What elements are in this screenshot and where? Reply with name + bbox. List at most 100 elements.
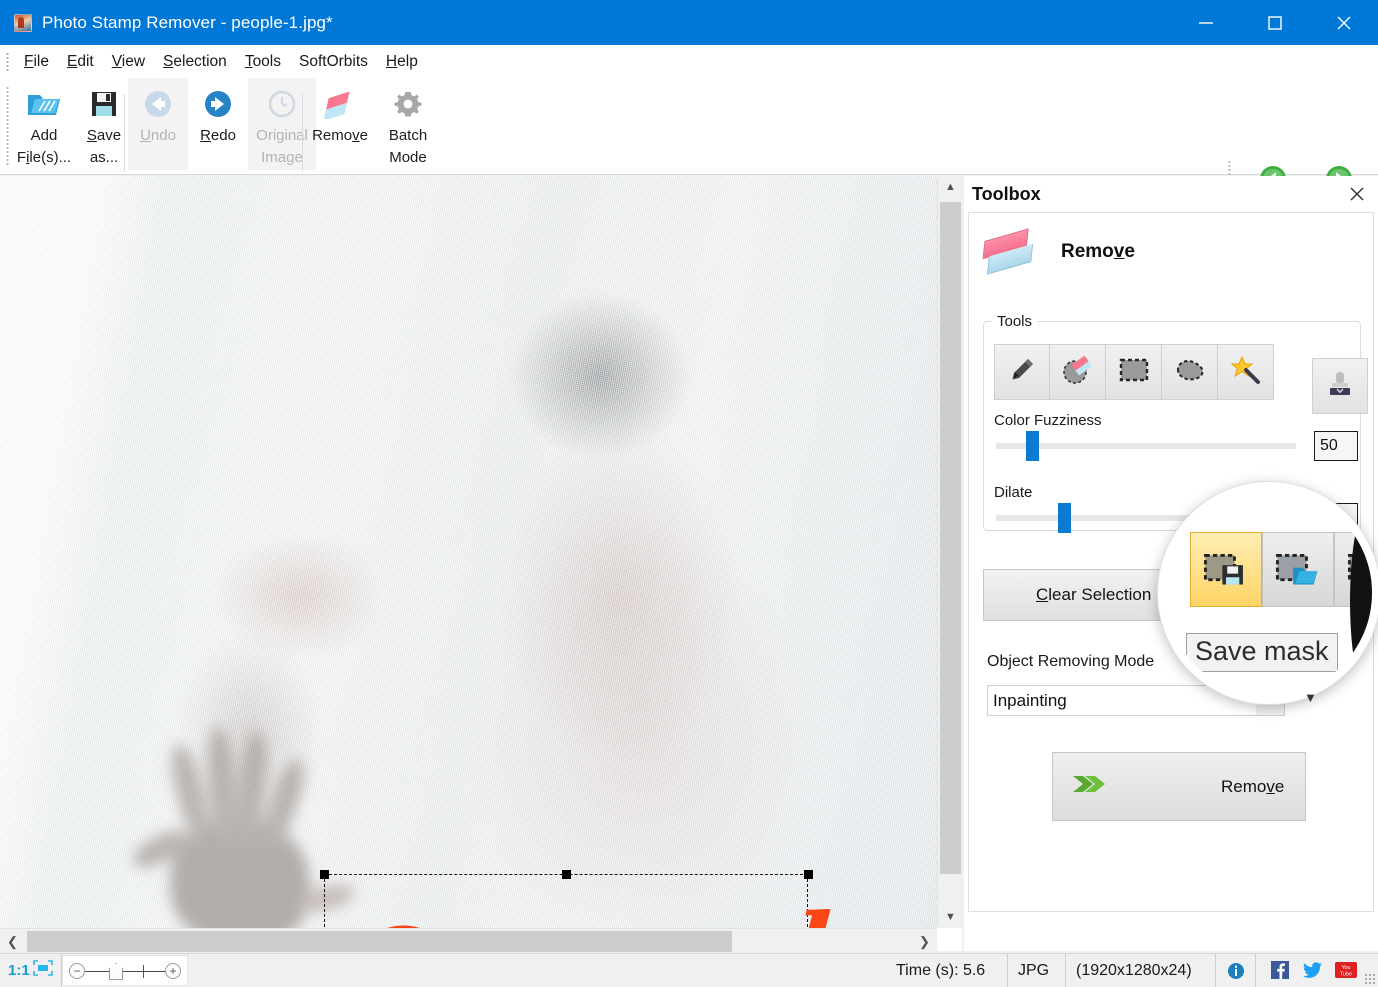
- photo-image: [0, 176, 937, 946]
- eraser-icon: [323, 84, 357, 124]
- zoom-slider-thumb[interactable]: [109, 963, 123, 980]
- menu-item-selection[interactable]: Selection: [154, 51, 236, 73]
- info-button[interactable]: [1216, 953, 1256, 987]
- minimize-button[interactable]: [1171, 0, 1240, 45]
- toolbox-header: Toolbox: [964, 176, 1378, 212]
- tools-group-label: Tools: [997, 313, 1033, 330]
- remove-ribbon-label: Remove: [312, 127, 368, 144]
- menu-item-file[interactable]: File: [15, 51, 58, 73]
- zoom-slider-track: [83, 971, 171, 972]
- batch-mode-label: Batch Mode: [388, 127, 428, 167]
- time-status: Time (s): 5.6: [886, 953, 1008, 987]
- social-links: You Tube: [1256, 954, 1378, 987]
- vertical-scroll-thumb[interactable]: [940, 202, 961, 874]
- svg-text:You: You: [1341, 965, 1350, 971]
- zoom-slider[interactable]: − +: [62, 955, 188, 986]
- rectangle-marquee-icon: [1118, 357, 1150, 388]
- status-bar: 1:1 Time (s): 5.6 JPG (1920x1280x24) You…: [0, 953, 1378, 987]
- stamp-icon: [1325, 369, 1355, 404]
- zoom-ratio-label[interactable]: 1:1: [8, 962, 30, 979]
- menu-item-tools[interactable]: Tools: [236, 51, 290, 73]
- save-as-label: Save as...: [86, 127, 122, 167]
- color-fuzziness-knob[interactable]: [1026, 431, 1039, 461]
- scroll-left-icon[interactable]: ❮: [0, 929, 25, 954]
- vertical-scrollbar[interactable]: ▲ ▼: [937, 176, 962, 928]
- menu-item-softorbits[interactable]: SoftOrbits: [290, 51, 377, 73]
- plus-icon[interactable]: +: [165, 963, 181, 979]
- scroll-right-icon[interactable]: ❯: [912, 929, 937, 954]
- add-files-button[interactable]: Add File(s)...: [14, 78, 74, 170]
- silhouette-hand: [125, 721, 358, 951]
- clock-history-icon: [266, 84, 298, 124]
- app-photo-icon: [14, 13, 32, 32]
- menu-item-help[interactable]: Help: [377, 51, 427, 73]
- pencil-icon: [1007, 355, 1037, 390]
- eraser-icon: [981, 228, 1035, 275]
- clear-selection-label: Clear Selection: [1036, 585, 1152, 604]
- selection-handle-n[interactable]: [562, 870, 571, 879]
- ribbon-divider-1: [124, 94, 125, 172]
- ribbon-group-file: Add File(s)... Save as...: [14, 78, 134, 175]
- clone-stamp-tool-button[interactable]: [1312, 358, 1368, 414]
- horizontal-scrollbar[interactable]: ❮ ❯: [0, 928, 937, 953]
- scroll-up-icon[interactable]: ▲: [938, 176, 963, 198]
- selection-handle-ne[interactable]: [804, 870, 813, 879]
- scroll-down-icon[interactable]: ▼: [938, 906, 963, 928]
- redo-button[interactable]: Redo: [188, 78, 248, 170]
- toolbar-ribbon: Add File(s)... Save as... Undo Redo Orig…: [0, 78, 1378, 251]
- selection-handle-nw[interactable]: [320, 870, 329, 879]
- green-double-arrow-icon: [1071, 770, 1113, 803]
- open-folder-icon: [26, 84, 62, 124]
- youtube-icon[interactable]: You Tube: [1335, 961, 1357, 981]
- dimensions-status: (1920x1280x24): [1066, 953, 1216, 987]
- format-status: JPG: [1008, 953, 1066, 987]
- lasso-icon: [1174, 357, 1206, 388]
- facebook-icon[interactable]: [1271, 960, 1293, 981]
- fit-to-screen-icon[interactable]: [33, 960, 53, 981]
- menu-drag-grip[interactable]: [6, 51, 9, 72]
- window-title: Photo Stamp Remover - people-1.jpg*: [42, 12, 333, 32]
- dilate-knob[interactable]: [1058, 503, 1071, 533]
- twitter-icon[interactable]: [1303, 961, 1325, 981]
- lens-content: Save mask: [1166, 490, 1372, 696]
- window-controls: [1171, 0, 1378, 45]
- magnifier-lens: Save mask: [1158, 482, 1378, 704]
- magic-wand-tool-button[interactable]: [1218, 344, 1274, 400]
- pencil-tool-button[interactable]: [994, 344, 1050, 400]
- maximize-button[interactable]: [1240, 0, 1309, 45]
- lasso-select-tool-button[interactable]: [1162, 344, 1218, 400]
- minus-icon[interactable]: −: [69, 963, 85, 979]
- color-fuzziness-track[interactable]: [996, 443, 1296, 449]
- toolbox-close-icon[interactable]: [1346, 183, 1368, 205]
- eraser-tool-button[interactable]: [1050, 344, 1106, 400]
- color-fuzziness-label: Color Fuzziness: [994, 412, 1102, 429]
- lens-load-mask-button: [1262, 532, 1334, 607]
- menu-item-edit[interactable]: Edit: [58, 51, 103, 73]
- remove-apply-label: Remove: [1221, 776, 1285, 796]
- gear-icon: [393, 84, 423, 124]
- image-canvas[interactable]: Censored: [0, 176, 962, 951]
- undo-arrow-icon: [142, 84, 174, 124]
- redo-arrow-icon: [202, 84, 234, 124]
- toolbox-mode-title: Remove: [1061, 241, 1135, 262]
- save-as-button[interactable]: Save as...: [74, 78, 134, 170]
- rectangle-select-tool-button[interactable]: [1106, 344, 1162, 400]
- ribbon-drag-grip[interactable]: [6, 86, 9, 166]
- undo-button[interactable]: Undo: [128, 78, 188, 170]
- lens-save-mask-button: [1190, 532, 1262, 607]
- menu-item-view[interactable]: View: [103, 51, 154, 73]
- toolbox-title: Toolbox: [972, 183, 1041, 204]
- eraser-circle-icon: [1062, 355, 1094, 390]
- remove-ribbon-button[interactable]: Remove: [306, 78, 374, 170]
- add-files-label: Add File(s)...: [16, 127, 72, 167]
- svg-text:Tube: Tube: [1340, 971, 1352, 977]
- ribbon-divider-2: [302, 94, 303, 172]
- close-button[interactable]: [1309, 0, 1378, 45]
- color-fuzziness-value[interactable]: 50: [1314, 431, 1358, 461]
- remove-apply-button[interactable]: Remove: [1052, 752, 1306, 821]
- lens-dropdown-arrow-icon: ▼: [1304, 690, 1317, 705]
- dilate-label: Dilate: [994, 484, 1033, 501]
- batch-mode-button[interactable]: Batch Mode: [374, 78, 442, 170]
- resize-grip[interactable]: [1364, 973, 1376, 985]
- horizontal-scroll-thumb[interactable]: [27, 931, 732, 952]
